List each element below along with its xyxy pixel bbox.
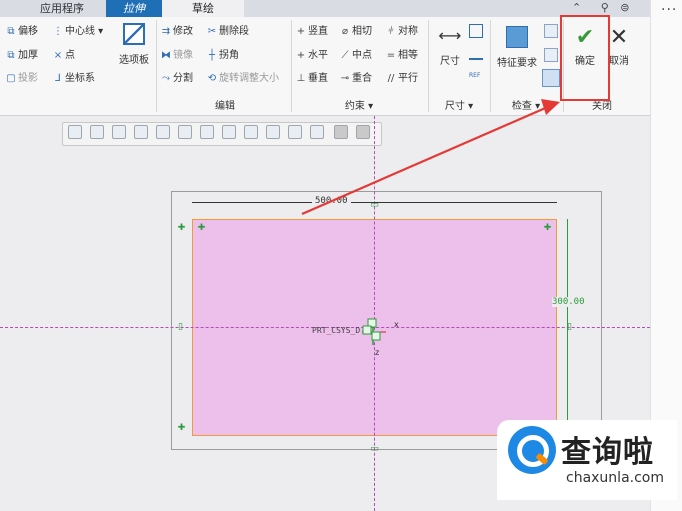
watermark-brand: 查询啦 [561, 435, 654, 470]
watermark-url: chaxunla.com [566, 470, 664, 486]
watermark-logo-icon [508, 426, 556, 474]
